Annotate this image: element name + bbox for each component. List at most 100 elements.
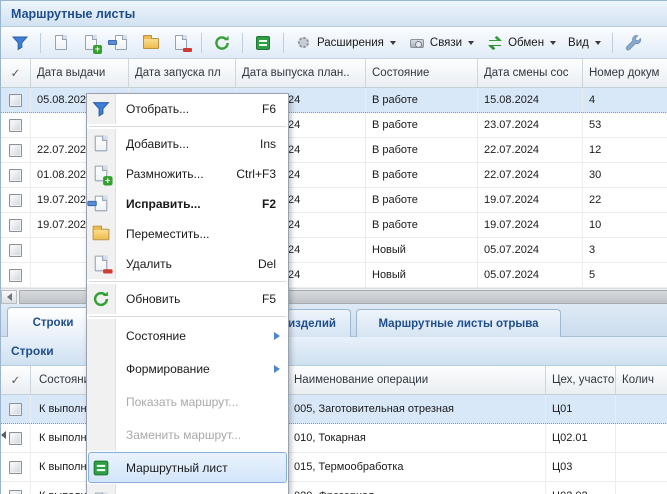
lines-column-header-check[interactable]: ✓ (1, 366, 31, 394)
checkbox-cell (1, 163, 31, 187)
menu-item-формирование[interactable]: Формирование (87, 352, 288, 385)
scroll-left-button[interactable] (1, 290, 17, 304)
menu-item-shortcut: Ctrl+F3 (236, 167, 288, 181)
new-document-icon (52, 34, 70, 52)
extensions-icon (295, 34, 313, 52)
menu-item-исправить[interactable]: Исправить...F2 (87, 189, 288, 219)
lines-column-header-operation[interactable]: Наименование операции (288, 366, 546, 394)
row-checkbox[interactable] (9, 119, 22, 132)
menu-item-label: Удалить (116, 257, 258, 271)
cell-operation-name: 010, Токарная (288, 424, 546, 452)
tab-tear-off-route-sheets[interactable]: Маршрутные листы отрыва (356, 309, 561, 337)
column-header-doc-number[interactable]: Номер докум (583, 59, 667, 87)
cell-doc-number: 53 (583, 113, 667, 137)
chevron-down-icon (390, 41, 396, 45)
menu-item-submenu[interactable] (87, 484, 288, 494)
row-checkbox[interactable] (9, 461, 22, 474)
new-document-icon (92, 135, 111, 154)
menu-item-переместить[interactable]: Переместить... (87, 219, 288, 249)
toolbar-button-add-document[interactable]: + (78, 32, 104, 54)
cell-workshop: Ц01 (546, 395, 616, 423)
row-checkbox[interactable] (9, 490, 22, 494)
menu-icon-gutter (87, 418, 116, 451)
column-header-state-change-date[interactable]: Дата смены сос (478, 59, 583, 87)
lines-panel-title: Строки (11, 344, 54, 358)
cell-state: Новый (366, 238, 478, 262)
row-checkbox[interactable] (9, 144, 22, 157)
cell-doc-number: 5 (583, 263, 667, 287)
menu-item-обновить[interactable]: ОбновитьF5 (87, 284, 288, 314)
toolbar-button-wrench[interactable] (620, 32, 646, 54)
toolbar-button-new-document[interactable] (48, 32, 74, 54)
menu-item-label: Исправить... (116, 197, 262, 211)
checkbox-cell (1, 453, 31, 481)
cell-state-change-date: 22.07.2024 (478, 138, 583, 162)
row-checkbox[interactable] (9, 94, 22, 107)
toolbar-button-links[interactable]: Связи (404, 32, 478, 54)
toolbar-button-label: Расширения (317, 37, 384, 49)
row-checkbox[interactable] (9, 194, 22, 207)
excel-icon (254, 34, 272, 52)
row-checkbox[interactable] (9, 269, 22, 282)
cell-state-change-date: 15.08.2024 (478, 88, 583, 112)
menu-icon-gutter: + (87, 159, 116, 189)
delete-document-icon (172, 34, 190, 52)
column-header-launch-date[interactable]: Дата запуска пл (129, 59, 236, 87)
menu-icon-gutter (87, 249, 116, 279)
toolbar-button-delete-document[interactable] (168, 32, 194, 54)
menu-item-размножить[interactable]: +Размножить...Ctrl+F3 (87, 159, 288, 189)
menu-item-добавить[interactable]: Добавить...Ins (87, 129, 288, 159)
cell-state-change-date: 19.07.2024 (478, 213, 583, 237)
toolbar-button-open-folder[interactable] (138, 32, 164, 54)
splitter-handle[interactable] (1, 429, 7, 441)
menu-icon-gutter (87, 385, 116, 418)
toolbar-button-refresh[interactable] (209, 32, 235, 54)
menu-item-заменить-маршрут: Заменить маршрут... (87, 418, 288, 451)
checkbox-cell (1, 113, 31, 137)
toolbar-button-edit-document[interactable] (108, 32, 134, 54)
menu-icon-gutter (87, 219, 116, 249)
column-header-check[interactable]: ✓ (1, 59, 31, 87)
menu-icon-gutter (87, 129, 116, 159)
row-checkbox[interactable] (9, 403, 22, 416)
toolbar-button-extensions[interactable]: Расширения (291, 32, 400, 54)
column-header-issue-date[interactable]: Дата выдачи (31, 59, 129, 87)
checkbox-cell (1, 482, 31, 494)
row-checkbox[interactable] (9, 244, 22, 257)
menu-item-удалить[interactable]: УдалитьDel (87, 249, 288, 279)
column-header-release-date[interactable]: Дата выпуска план.. (236, 59, 366, 87)
toolbar-button-filter[interactable] (7, 32, 33, 54)
exchange-icon (486, 34, 504, 52)
checkbox-cell (1, 88, 31, 112)
toolbar: + Расширения Связи Обмен Вид (1, 27, 667, 59)
cell-doc-number: 3 (583, 238, 667, 262)
row-checkbox[interactable] (9, 432, 22, 445)
open-folder-icon (142, 34, 160, 52)
cell-quantity (616, 453, 667, 481)
row-checkbox[interactable] (9, 219, 22, 232)
cell-doc-number: 12 (583, 138, 667, 162)
lines-column-header-workshop[interactable]: Цех, участок. (546, 366, 616, 394)
toolbar-button-label: Обмен (508, 37, 544, 49)
menu-item-состояние[interactable]: Состояние (87, 319, 288, 352)
toolbar-button-excel[interactable] (250, 32, 276, 54)
open-folder-icon (92, 225, 111, 244)
lines-column-header-quantity[interactable]: Колич (616, 366, 667, 394)
menu-item-label: Переместить... (116, 227, 288, 241)
toolbar-button-label: Связи (430, 37, 462, 49)
route-sheets-window: Маршрутные листы + Расширения Связи Обмен Ви… (0, 0, 667, 494)
cell-state: В работе (366, 113, 478, 137)
row-checkbox[interactable] (9, 169, 22, 182)
menu-item-маршрутный-лист[interactable]: Маршрутный лист (87, 451, 288, 484)
menu-item-отобрать[interactable]: Отобрать...F6 (87, 94, 288, 124)
toolbar-button-exchange[interactable]: Обмен (482, 32, 560, 54)
page-title: Маршрутные листы (11, 7, 135, 21)
toolbar-button-menu[interactable]: Вид (564, 35, 605, 51)
menu-item-label: Размножить... (116, 167, 236, 181)
delete-document-icon (92, 255, 111, 274)
column-header-state[interactable]: Состояние (366, 59, 478, 87)
context-menu: Отобрать...F6 Добавить...Ins+Размножить..… (86, 93, 289, 494)
menu-icon-gutter (87, 94, 116, 124)
menu-icon-gutter (87, 484, 116, 494)
chevron-down-icon (468, 41, 474, 45)
